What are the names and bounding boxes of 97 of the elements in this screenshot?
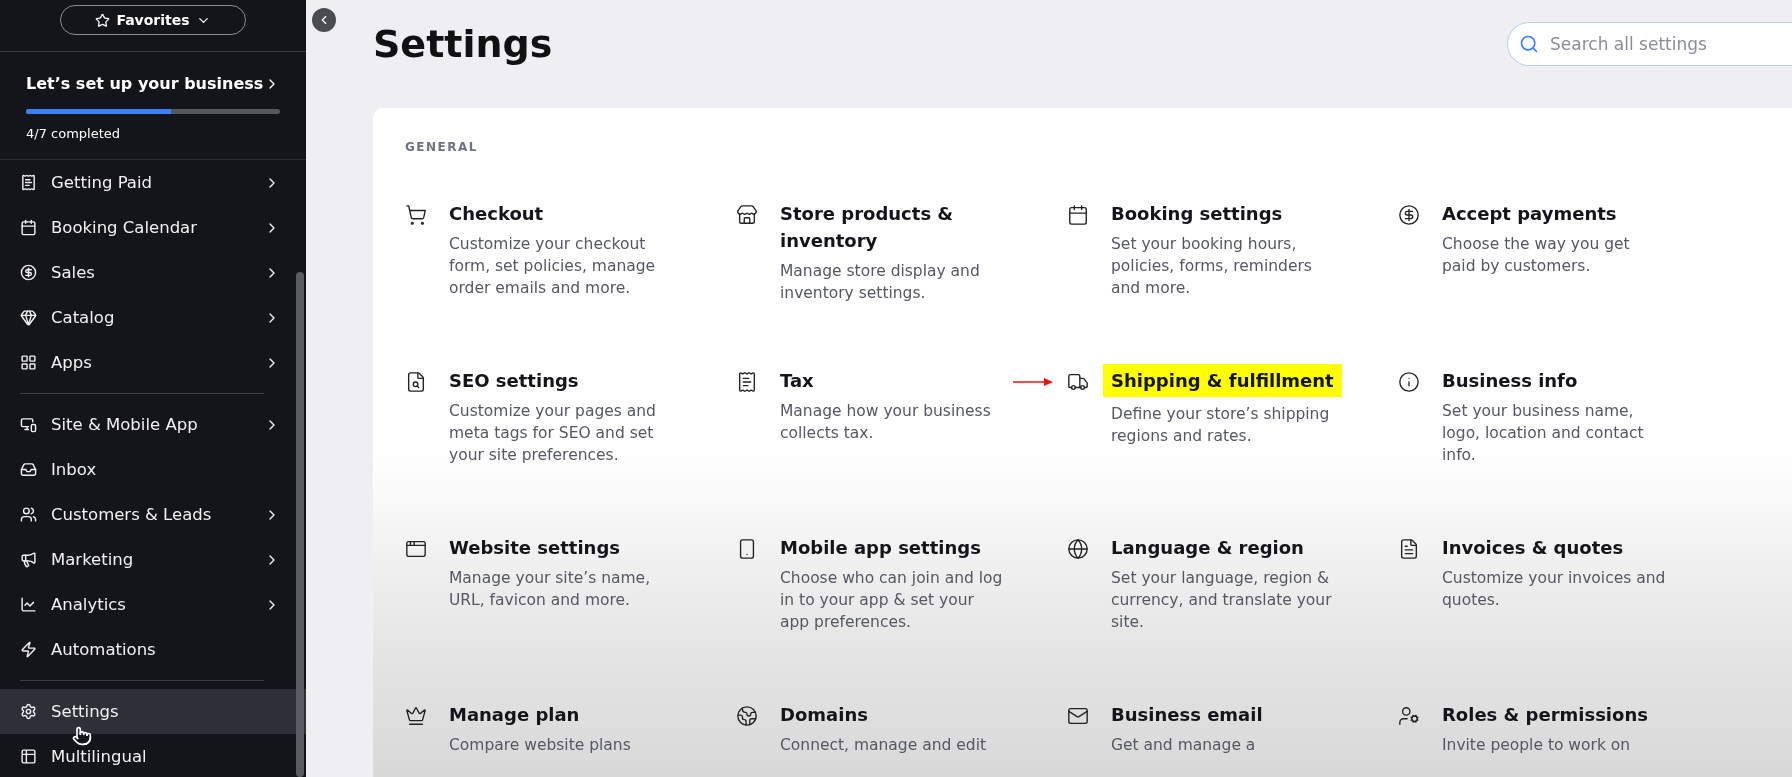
megaphone-icon [20, 551, 37, 568]
nav-label: Automations [51, 640, 157, 659]
users-icon [20, 506, 37, 523]
setting-title[interactable]: Mobile app settings [780, 534, 981, 561]
collapse-button[interactable] [312, 8, 336, 32]
gem-icon [20, 309, 37, 326]
mail-icon [1067, 705, 1089, 727]
nav-label: Multilingual [51, 747, 148, 766]
nav-item[interactable]: Multilingual [0, 734, 306, 777]
setting-title[interactable]: Domains [780, 701, 868, 728]
nav-item[interactable]: Sales [0, 250, 306, 295]
setting-description: Set your booking hours, policies, forms, reminders and more. [1111, 234, 1313, 299]
nav-item[interactable]: Booking Calendar [0, 205, 306, 250]
pointer-arrow [1013, 377, 1053, 387]
nav-label: Marketing [51, 550, 135, 569]
nav-item[interactable]: Settings [0, 689, 306, 734]
setting-description: Customize your invoices and quotes. [1442, 568, 1667, 611]
cart-icon [405, 204, 427, 226]
user-icon [1398, 705, 1420, 727]
scrollbar[interactable] [296, 272, 304, 777]
setting-description: Customize your pages and meta tags for SEO and set your site preferences. [449, 401, 657, 466]
setting-description: Connect, manage and edit [780, 735, 987, 756]
setting-description: Manage store display and inventory settings. [780, 261, 981, 304]
setting-title[interactable]: Website settings [449, 534, 620, 561]
setting-title[interactable]: Accept payments [1442, 200, 1617, 227]
setting-description: Get and manage a [1111, 735, 1257, 756]
page-title: Settings [373, 22, 553, 66]
setting-description: Invite people to work on [1442, 735, 1632, 756]
nav-item[interactable]: Getting Paid [0, 160, 306, 205]
nav-item[interactable]: Apps [0, 340, 306, 385]
dollar-icon [20, 264, 37, 281]
search-icon [405, 371, 427, 393]
document-icon [1398, 538, 1420, 560]
crown-icon [405, 705, 427, 727]
nav-item[interactable]: Automations [0, 627, 306, 672]
setting-title[interactable]: Booking settings [1111, 200, 1283, 227]
nav-label: Sales [51, 263, 96, 282]
section-heading: GENERAL [405, 140, 479, 154]
calendar-icon [20, 219, 37, 236]
hand-cursor-icon [72, 726, 92, 746]
setting-description: Manage how your business collects tax. [780, 401, 992, 444]
inbox-icon [20, 461, 37, 478]
setting-title[interactable]: Language & region [1111, 534, 1304, 561]
setting-description: Compare website plans [449, 735, 632, 756]
setting-title[interactable]: Shipping & fulfillment [1103, 364, 1342, 397]
truck-icon [1067, 371, 1089, 393]
nav-item[interactable]: Analytics [0, 582, 306, 627]
setting-title[interactable]: Store products & inventory [780, 200, 1042, 254]
lightning-icon [20, 641, 37, 658]
chart-icon [20, 596, 37, 613]
setting-title[interactable]: Roles & permissions [1442, 701, 1648, 728]
setting-title[interactable]: Business email [1111, 701, 1263, 728]
store-icon [736, 204, 758, 226]
nav-item[interactable]: Marketing [0, 537, 306, 582]
table-icon [20, 748, 37, 765]
nav-label: Getting Paid [51, 173, 153, 192]
search-icon [1519, 34, 1539, 54]
nav-label: Analytics [51, 595, 127, 614]
setting-description: Choose the way you get paid by customers. [1442, 234, 1631, 277]
nav-label: Customers & Leads [51, 505, 213, 524]
setting-title[interactable]: Invoices & quotes [1442, 534, 1624, 561]
nav-label: Settings [51, 702, 120, 721]
setting-description: Choose who can join and log in to your app & set your app preferences. [780, 568, 1004, 633]
search-field[interactable]: Search all settings [1507, 22, 1792, 66]
grid-icon [20, 354, 37, 371]
nav-label: Catalog [51, 308, 116, 327]
dollar-icon [1398, 204, 1420, 226]
nav-item[interactable]: Inbox [0, 447, 306, 492]
nav-label: Booking Calendar [51, 218, 199, 237]
receipt-icon [20, 174, 37, 191]
globe-icon [1067, 538, 1089, 560]
progress-text: 4/7 completed [26, 126, 122, 141]
setting-description: Define your store’s shipping regions and rates. [1111, 404, 1331, 447]
info-icon [1398, 371, 1420, 393]
calendar-icon [1067, 204, 1089, 226]
globe-icon [736, 705, 758, 727]
setting-title[interactable]: Business info [1442, 367, 1578, 394]
nav-label: Site & Mobile App [51, 415, 199, 434]
star-icon [95, 12, 111, 28]
setting-description: Manage your site’s name, URL, favicon and more. [449, 568, 652, 611]
nav-item[interactable]: Customers & Leads [0, 492, 306, 537]
setting-title[interactable]: SEO settings [449, 367, 579, 394]
settings-icon [20, 703, 37, 720]
nav-item[interactable]: Site & Mobile App [0, 402, 306, 447]
nav-item[interactable]: Catalog [0, 295, 306, 340]
setting-title[interactable]: Manage plan [449, 701, 580, 728]
setting-description: Set your business name, logo, location and contact info. [1442, 401, 1645, 466]
nav-label: Inbox [51, 460, 98, 479]
setting-title[interactable]: Checkout [449, 200, 544, 227]
receipt-icon [736, 371, 758, 393]
setting-description: Set your language, region & currency, and translate your site. [1111, 568, 1333, 633]
setting-title[interactable]: Tax [780, 367, 814, 394]
nav-label: Apps [51, 353, 93, 372]
devices-icon [20, 416, 37, 433]
setup-title[interactable]: Let’s set up your business [26, 74, 264, 93]
setting-description: Customize your checkout form, set policies, manage order emails and more. [449, 234, 657, 299]
window-icon [405, 538, 427, 560]
